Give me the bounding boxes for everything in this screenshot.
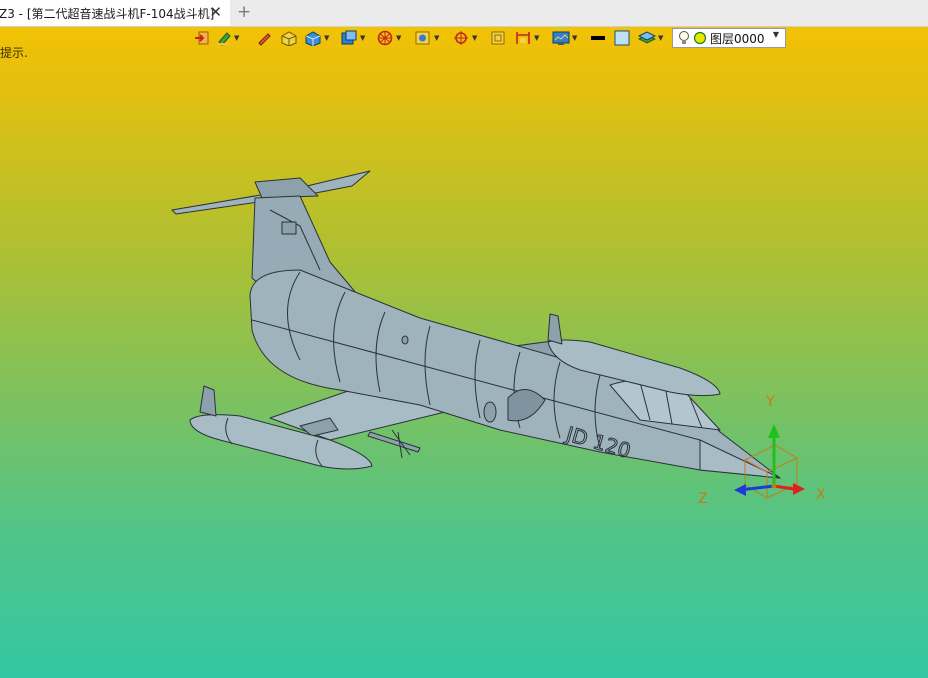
chevron-down-icon: ▼ xyxy=(360,34,366,42)
chevron-down-icon[interactable]: ▼ xyxy=(773,30,779,39)
render-mode-button[interactable]: ▼ xyxy=(414,28,439,48)
dimension-button[interactable]: ▼ xyxy=(514,28,539,48)
box-button[interactable] xyxy=(280,28,298,48)
origin-button[interactable]: ▼ xyxy=(452,28,477,48)
model-viewport[interactable]: JD 120 Y X Z xyxy=(0,60,928,678)
prompt-text: 提示. xyxy=(0,46,28,60)
chevron-down-icon: ▼ xyxy=(234,34,240,42)
aircraft-model: JD 120 xyxy=(171,170,781,479)
lightbulb-icon xyxy=(679,31,689,44)
chevron-down-icon: ▼ xyxy=(658,34,664,42)
pen-button[interactable] xyxy=(256,28,272,48)
layer-select[interactable]: 图层0000 ▼ xyxy=(672,28,786,48)
line-color-button[interactable] xyxy=(590,28,606,48)
exit-button[interactable] xyxy=(194,28,210,48)
display-icon xyxy=(552,31,570,45)
close-icon[interactable]: ✕ xyxy=(209,3,222,21)
document-tab[interactable]: Z3 - [第二代超音速战斗机F-104战斗机] ✕ xyxy=(0,0,230,26)
layer-label: 图层0000 xyxy=(710,31,765,46)
solid-button[interactable]: ▼ xyxy=(304,28,329,48)
chevron-down-icon: ▼ xyxy=(572,34,578,42)
fill-color-button[interactable] xyxy=(614,28,630,48)
chevron-down-icon: ▼ xyxy=(472,34,478,42)
chevron-down-icon: ▼ xyxy=(324,34,330,42)
exit-icon xyxy=(195,31,209,45)
right-tank-fin xyxy=(547,313,563,345)
axis-z-label: Z xyxy=(698,491,708,507)
view-toolbar: ▼ ▼ ▼ ▼ ▼ ▼ ▼ ▼ ▼ 图层0000 ▼ xyxy=(190,28,790,50)
line-color-icon xyxy=(591,36,605,40)
layer-stack-button[interactable]: ▼ xyxy=(638,28,663,48)
dimension-icon xyxy=(516,32,530,44)
view-cube-icon xyxy=(341,30,357,45)
wireframe-button[interactable]: ▼ xyxy=(376,28,401,48)
chevron-down-icon: ▼ xyxy=(396,34,402,42)
chevron-down-icon: ▼ xyxy=(434,34,440,42)
view-cube-button[interactable]: ▼ xyxy=(340,28,365,48)
missile xyxy=(367,431,421,453)
chevron-down-icon: ▼ xyxy=(534,34,540,42)
origin-icon xyxy=(454,31,468,45)
tab-title: Z3 - [第二代超音速战斗机F-104战斗机] xyxy=(0,6,215,21)
sketch-icon xyxy=(217,32,231,46)
solid-icon xyxy=(305,31,321,46)
display-button[interactable]: ▼ xyxy=(552,28,577,48)
new-tab-button[interactable]: + xyxy=(237,2,251,22)
sketch-button[interactable]: ▼ xyxy=(216,28,239,48)
fill-color-icon xyxy=(614,30,630,46)
left-tank-fin xyxy=(199,385,217,417)
box-icon xyxy=(281,31,297,46)
frame-icon xyxy=(491,31,505,45)
axis-y-label: Y xyxy=(765,394,775,410)
wireframe-icon xyxy=(377,30,393,46)
pen-icon xyxy=(258,33,271,46)
frame-button[interactable] xyxy=(490,28,506,48)
nose-cone xyxy=(699,439,781,479)
layer-color-dot xyxy=(693,31,707,45)
axis-x-label: X xyxy=(816,487,826,503)
tab-bar: Z3 - [第二代超音速战斗机F-104战斗机] ✕ + xyxy=(0,0,928,27)
layer-stack-icon xyxy=(638,31,656,44)
render-mode-icon xyxy=(415,31,430,45)
